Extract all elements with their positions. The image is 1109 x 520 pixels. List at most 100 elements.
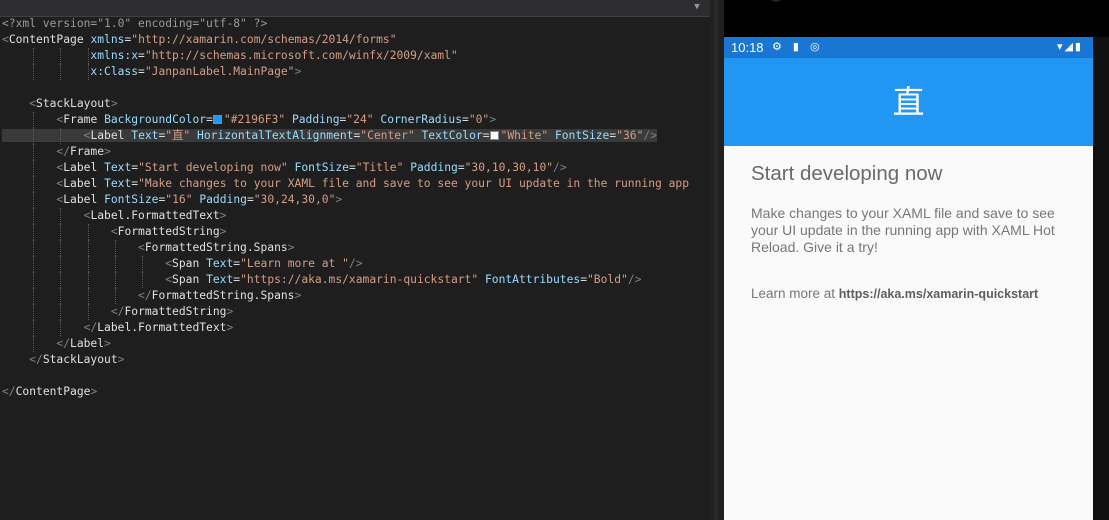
code-line[interactable]: <StackLayout> (2, 96, 708, 112)
code-token: "24" (346, 113, 374, 126)
code-token: CornerRadius (380, 113, 463, 126)
blue-frame: 直 (724, 58, 1093, 146)
code-token: Label (70, 337, 105, 350)
code-line[interactable]: <ContentPage xmlns="http://xamarin.com/s… (2, 32, 708, 48)
code-token: > (104, 145, 111, 158)
code-line[interactable]: </FormattedString.Spans> (2, 288, 708, 304)
code-line[interactable]: xmlns:x="http://schemas.microsoft.com/wi… (2, 48, 708, 64)
code-line[interactable]: </FormattedString> (2, 304, 708, 320)
splitter[interactable] (710, 0, 724, 520)
indent-guide (33, 272, 35, 288)
code-line[interactable]: <Label Text="Make changes to your XAML f… (2, 176, 708, 192)
status-time: 10:18 (731, 40, 764, 55)
code-token: Label (90, 129, 125, 142)
code-token: = (580, 273, 587, 286)
code-line[interactable]: <FormattedString.Spans> (2, 240, 708, 256)
code-line[interactable]: <FormattedString> (2, 224, 708, 240)
learn-more-prefix: Learn more at (751, 286, 839, 301)
indent-guide (87, 304, 89, 320)
code-token: "Start developing now" (138, 161, 288, 174)
indent-guide (33, 112, 35, 128)
code-line[interactable]: <Label.FormattedText> (2, 208, 708, 224)
code-token: FontSize (294, 161, 349, 174)
indent-guide (114, 288, 116, 304)
indent-guide (60, 272, 62, 288)
indent-guide (60, 240, 62, 256)
code-editor[interactable]: ▼ <?xml version="1.0" encoding="utf-8" ?… (0, 0, 710, 520)
code-token: > (117, 353, 125, 366)
code-token: "30,24,30,0" (253, 193, 336, 206)
indent-guide (33, 208, 35, 224)
code-line[interactable]: <Label Text="直" HorizontalTextAlignment=… (2, 128, 708, 144)
phone-screen: 10:18 ⚙ ▮ ◎ ▾◢▮ 直 Start developing now M… (724, 37, 1093, 520)
android-emulator: 10:18 ⚙ ▮ ◎ ▾◢▮ 直 Start developing now M… (724, 0, 1109, 520)
code-token: < (138, 241, 145, 254)
code-token: /> (643, 129, 658, 142)
code-line[interactable]: <Label FontSize="16" Padding="30,24,30,0… (2, 192, 708, 208)
indent-guide (60, 288, 62, 304)
code-line[interactable]: </Label.FormattedText> (2, 320, 708, 336)
code-line[interactable]: <Frame BackgroundColor= "#2196F3" Padding… (2, 112, 708, 128)
code-token: > (219, 225, 227, 238)
code-token: > (489, 113, 497, 126)
xaml-code[interactable]: <?xml version="1.0" encoding="utf-8" ?> <… (2, 16, 708, 400)
code-line[interactable]: </ContentPage> (2, 384, 708, 400)
quickstart-link[interactable]: https://aka.ms/xamarin-quickstart (839, 287, 1038, 301)
indent-guide (87, 48, 89, 64)
color-swatch-icon[interactable] (212, 115, 222, 124)
scroll-down-icon[interactable]: ▼ (692, 3, 702, 12)
code-token: Label (63, 161, 98, 174)
indent-guide (87, 240, 89, 256)
editor-top-bar: ▼ (0, 0, 710, 17)
phone-bezel (1093, 37, 1109, 520)
code-line[interactable]: <Label Text="Start developing now" FontS… (2, 160, 708, 176)
code-token: FontSize (554, 129, 610, 142)
code-token: </ (56, 337, 71, 350)
code-line[interactable]: <?xml version="1.0" encoding="utf-8" ?> (2, 16, 708, 32)
code-line[interactable]: <Span Text="https://aka.ms/xamarin-quick… (2, 272, 708, 288)
learn-more-label[interactable]: Learn more at https://aka.ms/xamarin-qui… (751, 286, 1038, 301)
indent-guide (87, 224, 89, 240)
code-token: HorizontalTextAlignment (197, 129, 354, 142)
indent-guide (87, 256, 89, 272)
code-token: Label.FormattedText (90, 209, 220, 222)
indent-guide (60, 208, 62, 224)
code-token: < (2, 33, 9, 46)
indent-guide (60, 48, 62, 64)
color-swatch-icon[interactable] (489, 131, 499, 140)
code-token: = (457, 161, 465, 174)
code-line[interactable]: </Label> (2, 336, 708, 352)
code-line[interactable]: <Span Text="Learn more at "/> (2, 256, 708, 272)
code-token: "https://aka.ms/xamarin-quickstart" (240, 273, 479, 286)
indent-guide (60, 224, 62, 240)
code-line[interactable]: </StackLayout> (2, 352, 708, 368)
code-token: > (287, 241, 295, 254)
code-token: <?xml version="1.0" encoding="utf-8" ?> (2, 17, 268, 30)
code-token: "直" (165, 129, 191, 142)
code-line[interactable]: </Frame> (2, 144, 708, 160)
code-token: </ (110, 305, 125, 318)
code-token: BackgroundColor (104, 113, 207, 126)
code-line[interactable] (2, 368, 708, 384)
code-line[interactable] (2, 80, 708, 96)
indent-guide (114, 256, 116, 272)
indent-guide (60, 304, 62, 320)
code-line[interactable]: x:Class="JanpanLabel.MainPage"> (2, 64, 708, 80)
indent-guide (33, 224, 35, 240)
title-label: Start developing now (751, 162, 943, 185)
indent-guide (33, 304, 35, 320)
splitter-bar[interactable] (714, 0, 718, 520)
